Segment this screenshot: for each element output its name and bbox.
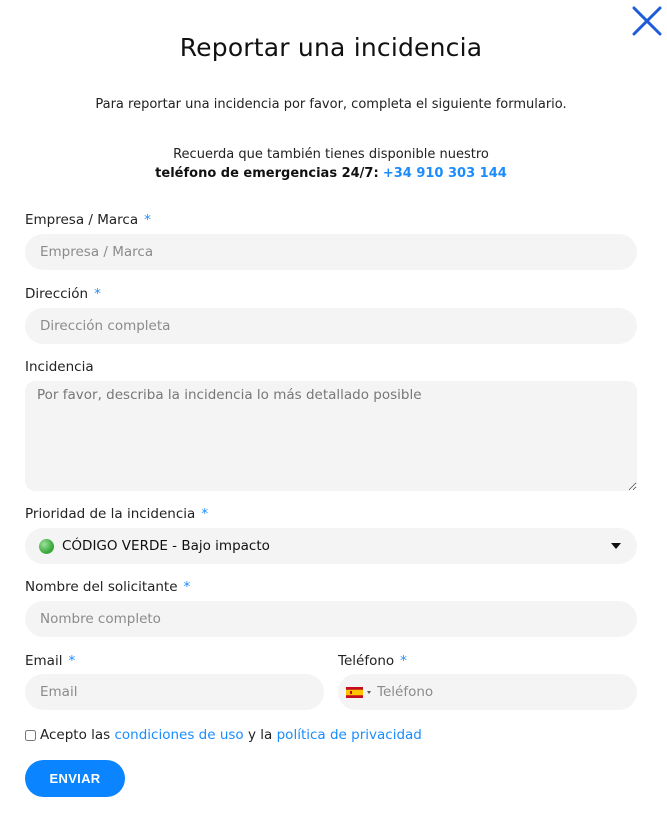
priority-select[interactable]: CÓDIGO VERDE - Bajo impacto — [25, 528, 637, 564]
priority-selected-value: CÓDIGO VERDE - Bajo impacto — [62, 538, 270, 554]
required-mark: * — [68, 653, 76, 669]
emergency-phone-link[interactable]: +34 910 303 144 — [383, 166, 507, 181]
email-label: Email * — [25, 653, 75, 669]
terms-link[interactable]: condiciones de uso — [115, 727, 244, 743]
address-label: Dirección * — [25, 286, 101, 302]
spain-flag-icon — [346, 686, 363, 698]
company-label-text: Empresa / Marca — [25, 212, 139, 228]
address-label-text: Dirección — [25, 286, 89, 302]
privacy-link[interactable]: política de privacidad — [277, 727, 422, 743]
emergency-note-line: Recuerda que también tienes disponible n… — [173, 147, 489, 162]
green-circle-icon — [39, 538, 54, 554]
priority-label-text: Prioridad de la incidencia — [25, 506, 196, 522]
consent-row: Acepto las condiciones de uso y la polít… — [25, 727, 422, 743]
page-title: Reportar una incidencia — [179, 33, 483, 62]
address-input[interactable] — [25, 308, 637, 344]
required-mark: * — [400, 653, 407, 669]
required-mark: * — [201, 506, 209, 522]
intro-text: Para reportar una incidencia por favor, … — [95, 97, 567, 112]
phone-input[interactable] — [377, 684, 577, 700]
email-input[interactable] — [25, 674, 324, 710]
incident-label: Incidencia — [25, 359, 94, 375]
required-mark: * — [183, 579, 191, 595]
required-mark: * — [144, 212, 151, 228]
phone-label: Teléfono * — [338, 653, 407, 669]
submit-button[interactable]: ENVIAR — [25, 760, 125, 797]
requester-label: Nombre del solicitante * — [25, 579, 190, 595]
phone-label-text: Teléfono — [338, 653, 395, 669]
requester-input[interactable] — [25, 601, 637, 637]
country-selector[interactable] — [346, 686, 371, 698]
chevron-down-icon — [611, 543, 621, 549]
emergency-note: Recuerda que también tienes disponible n… — [0, 145, 662, 183]
phone-field — [338, 674, 637, 710]
company-input[interactable] — [25, 234, 637, 270]
emergency-phone-line: teléfono de emergencias 24/7: +34 910 30… — [0, 164, 662, 183]
consent-prefix: Acepto las — [40, 727, 111, 743]
requester-label-text: Nombre del solicitante — [25, 579, 178, 595]
emergency-phone-label: teléfono de emergencias 24/7: — [155, 166, 379, 181]
caret-down-icon — [367, 690, 371, 694]
company-label: Empresa / Marca * — [25, 212, 151, 228]
required-mark: * — [94, 286, 101, 302]
email-label-text: Email — [25, 653, 63, 669]
incident-textarea[interactable] — [25, 381, 637, 491]
priority-label: Prioridad de la incidencia * — [25, 506, 208, 522]
consent-middle: y la — [248, 727, 273, 743]
incident-label-text: Incidencia — [25, 359, 94, 375]
consent-checkbox[interactable] — [25, 729, 36, 741]
